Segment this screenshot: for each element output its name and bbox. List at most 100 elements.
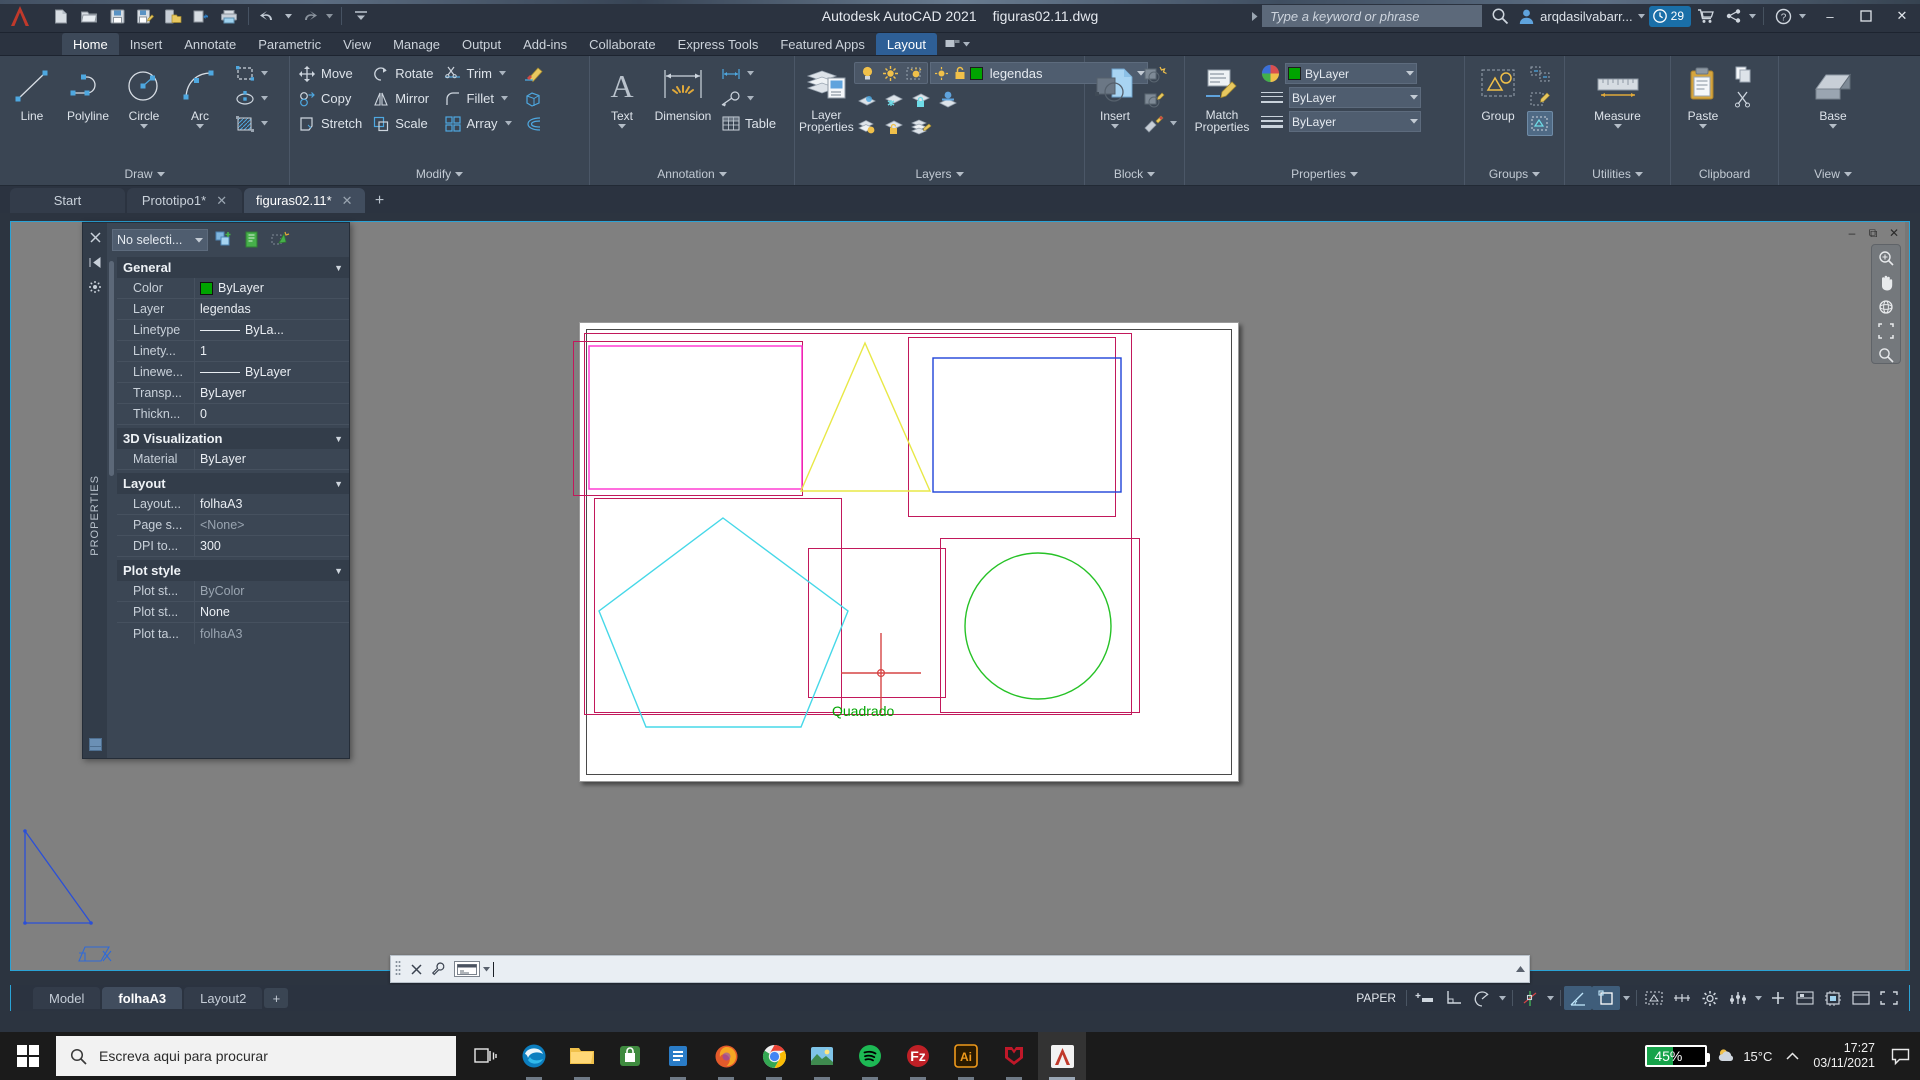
lineweight-selector[interactable]: ByLayer bbox=[1289, 111, 1421, 132]
layer-unlock-icon[interactable] bbox=[904, 65, 924, 82]
create-block-button[interactable] bbox=[1141, 61, 1167, 86]
layer-unlock-all-button[interactable] bbox=[881, 113, 907, 138]
zoom-realtime-icon[interactable] bbox=[1876, 347, 1896, 363]
ellipse-button[interactable] bbox=[232, 86, 258, 111]
hatch-button[interactable] bbox=[232, 111, 258, 136]
add-tool-icon[interactable] bbox=[1765, 986, 1791, 1010]
zoom-extents-icon[interactable] bbox=[1876, 250, 1896, 266]
file-explorer-icon[interactable] bbox=[558, 1032, 606, 1080]
arc-button[interactable]: Arc bbox=[172, 61, 228, 129]
taskbar-search[interactable]: Escreva aqui para procurar bbox=[56, 1036, 456, 1076]
layer-on-all-button[interactable] bbox=[854, 113, 880, 138]
customization-icon[interactable] bbox=[1724, 986, 1752, 1010]
cyan-pentagon[interactable] bbox=[596, 515, 851, 730]
file-tab-start[interactable]: Start bbox=[10, 188, 125, 213]
panel-title-annotation[interactable]: Annotation bbox=[590, 163, 794, 185]
firefox-icon[interactable] bbox=[702, 1032, 750, 1080]
ribbon-tab-add-ins[interactable]: Add-ins bbox=[512, 33, 578, 55]
illustrator-icon[interactable]: Ai bbox=[942, 1032, 990, 1080]
ribbon-tab-layout[interactable]: Layout bbox=[875, 33, 937, 55]
property-value[interactable]: ByColor bbox=[195, 581, 349, 601]
erase-button[interactable] bbox=[520, 61, 546, 86]
panel-title-view[interactable]: View bbox=[1779, 163, 1887, 185]
canvas-scrollbar-vertical[interactable] bbox=[1905, 222, 1909, 970]
property-row-layout-name[interactable]: Layout... folhaA3 bbox=[117, 494, 349, 515]
property-row-material[interactable]: Material ByLayer bbox=[117, 449, 349, 470]
weather-widget[interactable]: 15°C bbox=[1717, 1047, 1772, 1065]
save-to-web-icon[interactable] bbox=[160, 3, 186, 29]
redo-icon[interactable] bbox=[296, 3, 322, 29]
move-button[interactable]: Move bbox=[294, 61, 366, 86]
close-icon[interactable]: ✕ bbox=[342, 193, 353, 209]
command-history-icon[interactable] bbox=[1511, 956, 1529, 982]
command-line[interactable] bbox=[390, 955, 1530, 983]
array-button[interactable]: Array bbox=[440, 111, 502, 136]
hardware-accel-icon[interactable] bbox=[1819, 986, 1847, 1010]
layer-off-button[interactable] bbox=[854, 86, 880, 111]
copy-button[interactable]: Copy bbox=[294, 86, 366, 111]
drawing-text-label[interactable]: Quadrado bbox=[832, 703, 894, 719]
measure-dropdown-icon[interactable] bbox=[1613, 124, 1622, 129]
quick-select-icon[interactable] bbox=[212, 228, 236, 252]
layout-tab-folhaa3[interactable]: folhaA3 bbox=[102, 987, 183, 1009]
panel-title-utilities[interactable]: Utilities bbox=[1565, 163, 1670, 185]
user-account-button[interactable]: arqdasilvabarr... bbox=[1514, 8, 1649, 25]
linetype-selector[interactable]: ByLayer bbox=[1289, 87, 1421, 108]
mirror-button[interactable]: Mirror bbox=[368, 86, 437, 111]
show-hidden-icons[interactable] bbox=[1782, 1051, 1803, 1061]
new-layout-button[interactable]: + bbox=[264, 988, 289, 1008]
property-row-page-setup[interactable]: Page s... <None> bbox=[117, 515, 349, 536]
search-icon[interactable] bbox=[1486, 0, 1514, 32]
cut-clip-button[interactable] bbox=[1731, 86, 1757, 111]
layer-merge-button[interactable] bbox=[908, 113, 934, 138]
maximize-button[interactable] bbox=[1848, 0, 1884, 32]
property-row-thickness[interactable]: Thickn... 0 bbox=[117, 404, 349, 425]
ribbon-tab-collaborate[interactable]: Collaborate bbox=[578, 33, 667, 55]
fillet-button[interactable]: Fillet bbox=[440, 86, 498, 111]
ribbon-tab-annotate[interactable]: Annotate bbox=[173, 33, 247, 55]
property-value[interactable]: ByLayer bbox=[195, 278, 349, 298]
dimension-button[interactable]: Dimension bbox=[650, 61, 716, 123]
close-icon[interactable] bbox=[86, 229, 104, 245]
property-value[interactable]: 1 bbox=[195, 341, 349, 361]
property-row-linetype-scale[interactable]: Linety... 1 bbox=[117, 341, 349, 362]
workspace-switching-icon[interactable] bbox=[1696, 986, 1724, 1010]
battery-indicator[interactable]: 45% bbox=[1645, 1045, 1711, 1067]
search-expand-icon[interactable] bbox=[1246, 11, 1262, 21]
open-icon[interactable] bbox=[76, 3, 102, 29]
array-dropdown-icon[interactable] bbox=[502, 111, 515, 136]
block-attribute-button[interactable] bbox=[1141, 111, 1167, 136]
workspace-selector[interactable] bbox=[937, 33, 978, 55]
ribbon-tab-express-tools[interactable]: Express Tools bbox=[667, 33, 770, 55]
command-line-grip[interactable] bbox=[391, 956, 405, 982]
qat-customize-icon[interactable] bbox=[348, 3, 374, 29]
layer-thaw-icon[interactable] bbox=[881, 65, 901, 82]
property-row-color[interactable]: Color ByLayer bbox=[117, 278, 349, 299]
property-value[interactable]: ByLayer bbox=[195, 362, 349, 382]
polar-tracking-dropdown-icon[interactable] bbox=[1496, 986, 1509, 1011]
notification-badge[interactable]: 29 bbox=[1648, 5, 1691, 27]
share-dropdown-icon[interactable] bbox=[1747, 3, 1758, 29]
object-snap-dropdown-icon[interactable] bbox=[1544, 986, 1557, 1011]
panel-title-groups[interactable]: Groups bbox=[1465, 163, 1564, 185]
property-value[interactable]: <None> bbox=[195, 515, 349, 535]
property-value[interactable]: ByLayer bbox=[195, 383, 349, 403]
property-row-dpi[interactable]: DPI to... 300 bbox=[117, 536, 349, 557]
model-space-icon[interactable] bbox=[1410, 986, 1440, 1010]
property-row-transparency[interactable]: Transp... ByLayer bbox=[117, 383, 349, 404]
palette-bottom-icon[interactable] bbox=[86, 736, 104, 752]
layout-tab-model[interactable]: Model bbox=[33, 987, 101, 1009]
print-icon[interactable] bbox=[216, 3, 242, 29]
circle-button[interactable]: Circle bbox=[116, 61, 172, 129]
chevron-down-icon[interactable]: ▼ bbox=[334, 479, 343, 489]
undo-icon[interactable] bbox=[255, 3, 281, 29]
space-toggle-button[interactable]: PAPER bbox=[1349, 991, 1403, 1005]
viewport-scale-icon[interactable] bbox=[1640, 986, 1668, 1010]
property-group-3d-visualization[interactable]: 3D Visualization ▼ bbox=[117, 428, 349, 449]
pickadd-icon[interactable] bbox=[268, 228, 292, 252]
copy-clip-button[interactable] bbox=[1731, 61, 1757, 86]
property-group-plot-style[interactable]: Plot style ▼ bbox=[117, 560, 349, 581]
close-button[interactable]: ✕ bbox=[1884, 0, 1920, 32]
ribbon-tab-featured-apps[interactable]: Featured Apps bbox=[769, 33, 876, 55]
layer-lock-button[interactable] bbox=[908, 86, 934, 111]
